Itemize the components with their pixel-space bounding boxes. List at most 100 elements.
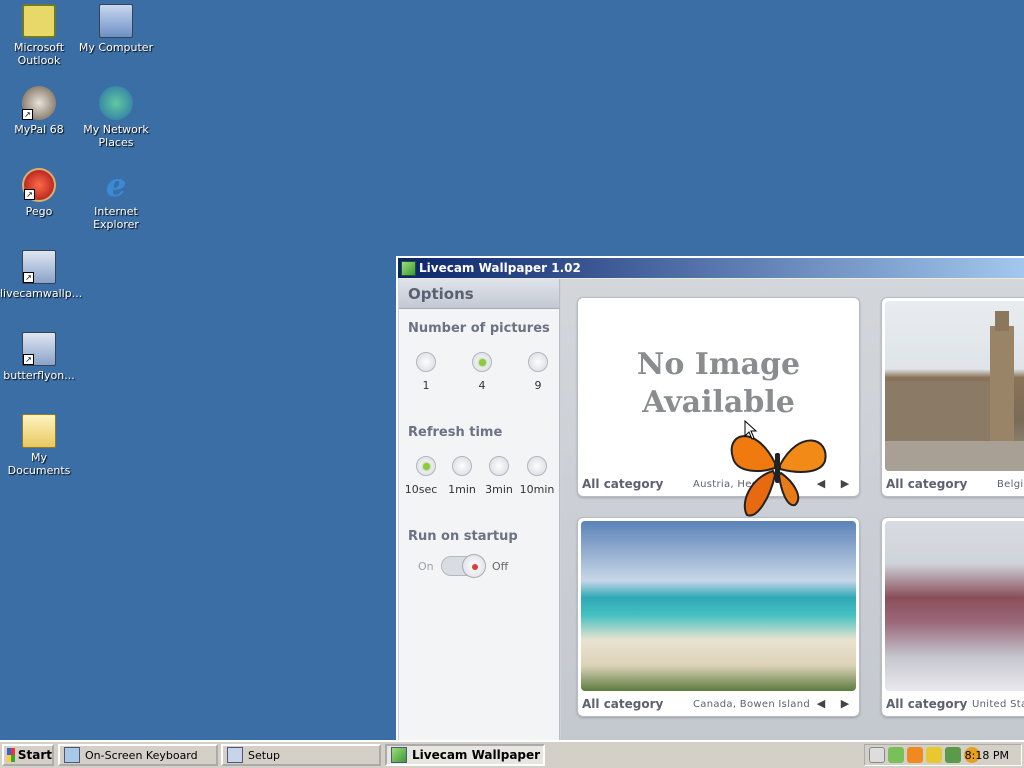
shield-tray-icon[interactable]	[926, 747, 942, 763]
webcam-card[interactable]: All category Belgium	[881, 297, 1024, 497]
taskbar-item-setup[interactable]: Setup	[221, 744, 381, 766]
webcam-card[interactable]: All category Canada, Bowen Island ◀ ▶	[577, 517, 860, 717]
pictures-radio-label: 1	[422, 379, 430, 392]
run-on-startup-label: Run on startup	[408, 529, 518, 544]
webcam-image-united-states	[885, 521, 1024, 691]
window-titlebar[interactable]: Livecam Wallpaper 1.02	[398, 258, 1024, 278]
documents-icon	[22, 414, 56, 448]
card-location: United States	[972, 699, 1024, 710]
card-location: Austria, Heck	[693, 479, 764, 490]
windows-logo-icon	[7, 748, 15, 762]
setup-icon	[227, 747, 243, 763]
card-footer: All category Belgium	[882, 471, 1024, 496]
card-location: Belgium	[997, 479, 1024, 490]
taskbar-item-onscreen-keyboard[interactable]: On-Screen Keyboard	[58, 744, 218, 766]
no-image-placeholder: No Image Available	[581, 301, 856, 471]
window-title: Livecam Wallpaper 1.02	[419, 261, 581, 275]
webcam-image-belgium	[885, 301, 1024, 471]
taskbar-item-livecam[interactable]: Livecam Wallpaper	[385, 744, 545, 766]
shortcut-arrow-icon: ↗	[22, 109, 33, 120]
outlook-icon	[22, 4, 56, 38]
card-footer: All category United States	[882, 691, 1024, 716]
webcam-card[interactable]: No Image Available All category Austria,…	[577, 297, 860, 497]
desktop-icon-label: livecamwallp...	[0, 287, 83, 300]
pictures-radio-label: 9	[534, 379, 542, 392]
desktop-icon-network[interactable]: My Network Places	[77, 86, 155, 149]
prev-arrow-icon[interactable]: ◀	[814, 477, 828, 490]
ie-icon: e	[105, 166, 127, 204]
desktop-icon-label: Microsoft Outlook	[13, 41, 65, 67]
next-arrow-icon[interactable]: ▶	[838, 477, 852, 490]
network-tray-icon[interactable]	[945, 747, 961, 763]
refresh-radio-label: 10min	[519, 483, 555, 496]
run-on-startup-toggle[interactable]	[441, 554, 486, 578]
task-label: On-Screen Keyboard	[85, 748, 198, 762]
webcam-card[interactable]: All category United States	[881, 517, 1024, 717]
desktop-icon-livecam-installer[interactable]: ↗ livecamwallp...	[0, 250, 83, 300]
window-body: Options Number of pictures 1 4 9 Refresh…	[398, 279, 1024, 740]
card-category[interactable]: All category	[582, 477, 663, 491]
webcam-image-beach	[581, 521, 856, 691]
refresh-radio-3min[interactable]	[489, 456, 509, 476]
butterfly-tray-icon[interactable]	[907, 747, 923, 763]
belfry-tower-illustration	[885, 311, 1024, 471]
desktop-icon-mypal[interactable]: ↗ MyPal 68	[0, 86, 78, 136]
card-category[interactable]: All category	[886, 477, 967, 491]
start-label: Start	[17, 748, 52, 762]
pego-icon: ↗	[22, 168, 56, 202]
options-panel: Options Number of pictures 1 4 9 Refresh…	[399, 279, 560, 740]
desktop-icon-butterfly-installer[interactable]: ↗ butterflyon...	[0, 332, 78, 382]
mouse-cursor-icon	[744, 420, 758, 440]
desktop-icon-label: My Documents	[7, 451, 71, 477]
desktop-icon-my-computer[interactable]: My Computer	[77, 4, 155, 54]
desktop-icon-label: Internet Explorer	[93, 205, 139, 231]
taskbar: Start On-Screen Keyboard Setup Livecam W…	[0, 740, 1024, 768]
task-label: Livecam Wallpaper	[412, 748, 541, 762]
toggle-off-label: Off	[492, 560, 509, 573]
livecam-window: Livecam Wallpaper 1.02 Options Number of…	[396, 256, 1024, 740]
task-label: Setup	[248, 748, 281, 762]
card-footer: All category Canada, Bowen Island ◀ ▶	[578, 691, 859, 716]
card-footer: All category Austria, Heck ◀ ▶	[578, 471, 859, 496]
pictures-radio-1[interactable]	[416, 352, 436, 372]
refresh-radio-label: 1min	[448, 483, 476, 496]
desktop-icon-label: My Network Places	[83, 123, 149, 149]
desktop-icon-my-documents[interactable]: My Documents	[0, 414, 78, 477]
keyboard-tray-icon[interactable]	[869, 747, 885, 763]
refresh-radio-label: 10sec	[404, 483, 438, 496]
taskbar-clock[interactable]: 8:18 PM	[965, 749, 1009, 762]
card-location: Canada, Bowen Island	[693, 699, 810, 710]
livecam-tray-icon[interactable]	[888, 747, 904, 763]
desktop-icon-ie[interactable]: e Internet Explorer	[77, 168, 155, 231]
computer-icon	[99, 4, 133, 38]
installer-icon: ↗	[22, 250, 56, 284]
number-of-pictures-label: Number of pictures	[408, 321, 550, 336]
pictures-radio-4[interactable]	[472, 352, 492, 372]
prev-arrow-icon[interactable]: ◀	[814, 697, 828, 710]
toggle-on-label: On	[418, 560, 434, 573]
refresh-radio-1min[interactable]	[452, 456, 472, 476]
desktop-icon-pego[interactable]: ↗ Pego	[0, 168, 78, 218]
start-button[interactable]: Start	[2, 744, 54, 766]
next-arrow-icon[interactable]: ▶	[838, 697, 852, 710]
installer-icon: ↗	[22, 332, 56, 366]
card-category[interactable]: All category	[886, 697, 967, 711]
livecam-app-icon	[401, 260, 416, 276]
pictures-radio-label: 4	[478, 379, 486, 392]
livecam-app-icon	[391, 747, 407, 763]
refresh-radio-label: 3min	[485, 483, 513, 496]
toggle-knob[interactable]	[462, 554, 486, 578]
desktop-icon-outlook[interactable]: Microsoft Outlook	[0, 4, 78, 67]
desktop-icon-label: butterflyon...	[3, 369, 75, 382]
webcam-grid: No Image Available All category Austria,…	[561, 279, 1024, 740]
options-header: Options	[399, 279, 559, 309]
keyboard-icon	[64, 747, 80, 763]
desktop-icon-label: My Computer	[78, 41, 154, 54]
pictures-radio-9[interactable]	[528, 352, 548, 372]
refresh-radio-10min[interactable]	[527, 456, 547, 476]
desktop-icon-label: MyPal 68	[14, 123, 64, 136]
card-category[interactable]: All category	[582, 697, 663, 711]
refresh-time-label: Refresh time	[408, 425, 503, 440]
shortcut-arrow-icon: ↗	[23, 272, 34, 283]
refresh-radio-10sec[interactable]	[416, 456, 436, 476]
